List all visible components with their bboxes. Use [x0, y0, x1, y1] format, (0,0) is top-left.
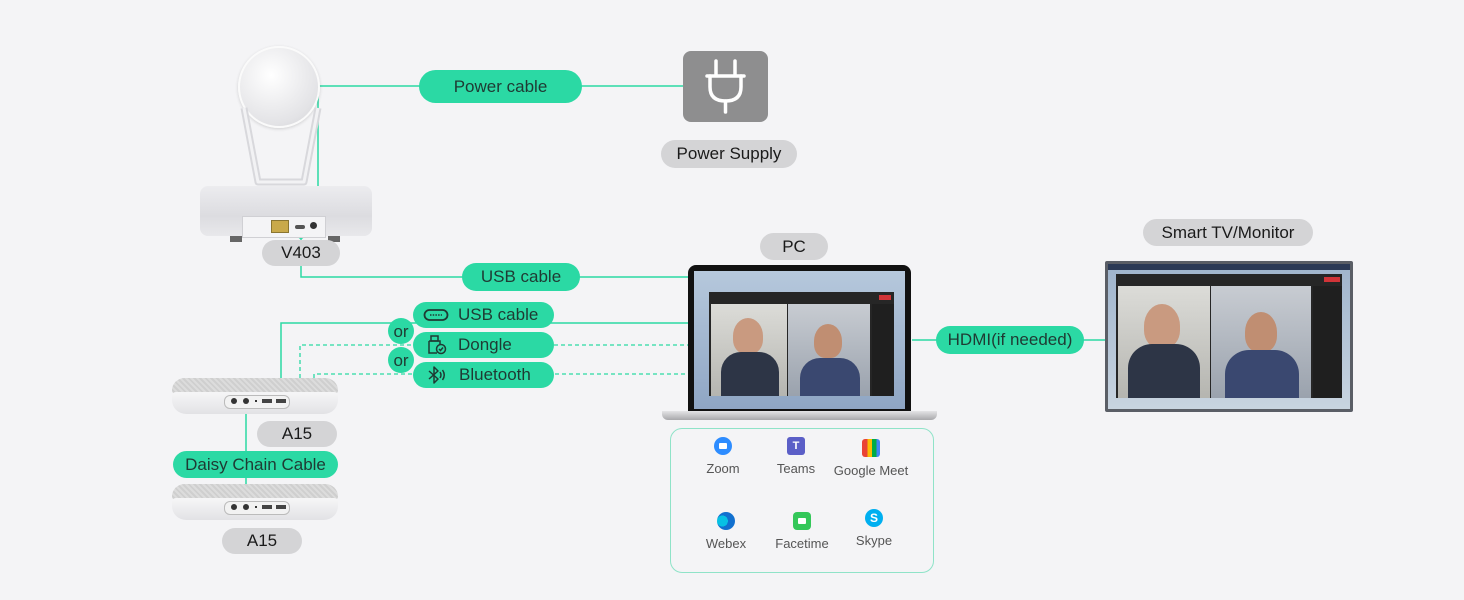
ethernet-port [271, 220, 289, 233]
speaker-device-1 [172, 378, 338, 418]
video-tile-left [1118, 286, 1210, 398]
facetime-icon [793, 512, 811, 530]
video-tile-right [1211, 286, 1311, 398]
app-teams-label: Teams [776, 461, 816, 476]
pc-label: PC [760, 233, 828, 260]
bluetooth-label: Bluetooth [413, 362, 554, 388]
speaker-ports [224, 395, 290, 409]
dongle-label: Dongle [413, 332, 554, 358]
speaker-device-2 [172, 484, 338, 524]
laptop-screen [694, 271, 905, 409]
participants-panel [872, 304, 894, 396]
skype-icon: S [865, 509, 883, 527]
app-skype-label: Skype [855, 533, 893, 548]
laptop [662, 265, 937, 422]
webex-icon [717, 512, 735, 530]
app-facetime: Facetime [762, 512, 842, 551]
speaker-ports [224, 501, 290, 515]
power-supply-box [683, 51, 768, 122]
app-google-meet-label: Google Meet [833, 463, 909, 478]
dongle-text: Dongle [458, 335, 512, 354]
app-webex-label: Webex [705, 536, 747, 551]
app-zoom: Zoom [683, 437, 763, 476]
bluetooth-text: Bluetooth [459, 365, 531, 384]
power-plug-icon [705, 59, 746, 114]
video-tile-left [711, 304, 787, 396]
tv-screen [1108, 264, 1350, 409]
dongle-icon [428, 335, 447, 355]
display-label: Smart TV/Monitor [1143, 219, 1313, 246]
app-teams: T Teams [756, 437, 836, 476]
or-label-2: or [388, 347, 414, 373]
app-google-meet: Google Meet [829, 439, 913, 478]
tv-monitor [1105, 261, 1353, 412]
usb-cable-icon [423, 309, 449, 321]
app-skype: S Skype [834, 509, 914, 548]
bluetooth-icon [428, 366, 445, 384]
speaker-usb-cable-label: USB cable [413, 302, 554, 328]
hdmi-cable-label: HDMI(if needed) [936, 326, 1084, 354]
power-cable-label: Power cable [419, 70, 582, 103]
app-webex: Webex [686, 512, 766, 551]
app-facetime-label: Facetime [775, 536, 829, 551]
usb-c-port [295, 225, 305, 229]
camera-foot [230, 236, 242, 242]
camera-label: V403 [262, 240, 340, 266]
teams-icon: T [787, 437, 805, 455]
or-label-1: or [388, 318, 414, 344]
app-zoom-label: Zoom [706, 461, 740, 476]
tv-top-bar [1108, 264, 1350, 270]
power-supply-label: Power Supply [661, 140, 797, 168]
camera-device [196, 40, 376, 250]
speaker-1-label: A15 [257, 421, 337, 447]
speaker-usb-cable-text: USB cable [458, 305, 539, 324]
zoom-icon [714, 437, 732, 455]
camera-usb-cable-label: USB cable [462, 263, 580, 291]
meeting-window [1116, 274, 1342, 398]
daisy-chain-cable-label: Daisy Chain Cable [173, 451, 338, 478]
leave-button [879, 295, 891, 300]
dc-port [310, 222, 317, 229]
camera-port-panel [242, 216, 326, 238]
laptop-base [662, 411, 937, 420]
meeting-window [709, 292, 894, 396]
participants-panel [1313, 286, 1342, 398]
camera-yoke [240, 107, 322, 186]
speaker-2-label: A15 [222, 528, 302, 554]
apps-panel: Zoom T Teams Google Meet Webex Facetime … [670, 428, 934, 573]
leave-button [1324, 277, 1340, 282]
video-tile-right [788, 304, 870, 396]
google-meet-icon [862, 439, 880, 457]
